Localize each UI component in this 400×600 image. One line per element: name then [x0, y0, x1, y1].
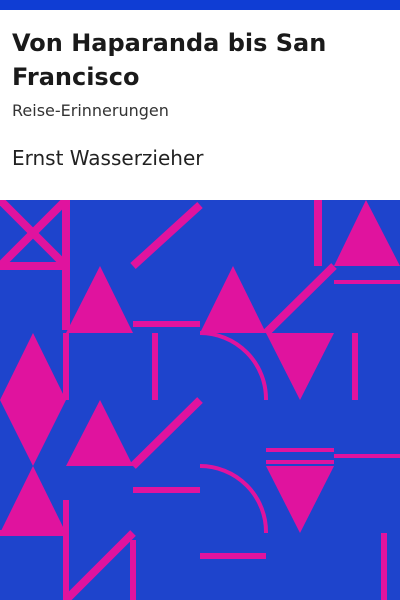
book-subtitle: Reise-Erinnerungen [12, 101, 169, 120]
book-cover: Von Haparanda bis San Francisco Reise-Er… [0, 0, 400, 600]
cover-pattern [0, 200, 400, 600]
book-title: Von Haparanda bis San Francisco [12, 29, 327, 91]
top-accent-bar [0, 0, 400, 10]
title-block: Von Haparanda bis San Francisco Reise-Er… [12, 26, 388, 122]
book-author: Ernst Wasserzieher [12, 146, 204, 170]
